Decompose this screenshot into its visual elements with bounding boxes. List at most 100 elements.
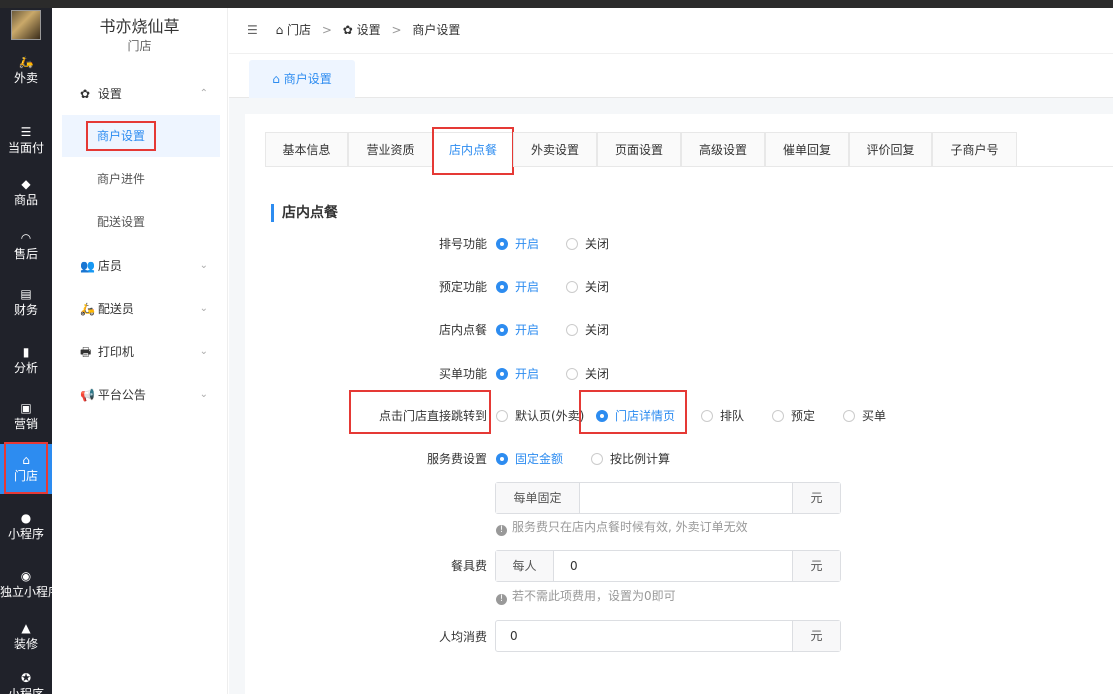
jump-default-radio[interactable]: 默认页(外卖)	[496, 406, 584, 426]
rail-item-plugins[interactable]: ✪ 小程序	[0, 662, 52, 694]
queue-off-radio[interactable]: 关闭	[566, 234, 609, 254]
rail-label: 装修	[13, 637, 38, 651]
rail-item-miniprogram[interactable]: ● 小程序	[0, 502, 52, 552]
rail-label: 当面付	[7, 141, 44, 155]
decorate-icon: ▲	[21, 621, 31, 635]
radio-label: 默认页(外卖)	[515, 409, 585, 423]
rider-icon: 🛵	[80, 302, 95, 316]
radio-label: 排队	[720, 409, 745, 423]
hint-text: 服务费只在店内点餐时候有效, 外卖订单无效	[512, 520, 748, 534]
tab-page-settings[interactable]: 页面设置	[597, 132, 681, 167]
wechat-icon: ●	[20, 511, 32, 525]
service-fee-ratio-radio[interactable]: 按比例计算	[591, 449, 670, 469]
radio-dot	[496, 324, 508, 336]
field-label: 预定功能	[438, 280, 487, 294]
jump-reserve-radio[interactable]: 预定	[772, 406, 815, 426]
rail-item-aftersale[interactable]: ◠ 售后	[0, 222, 52, 272]
radio-dot	[591, 453, 603, 465]
radio-dot	[496, 238, 508, 250]
radio-label: 关闭	[585, 237, 610, 251]
checkout-off-radio[interactable]: 关闭	[566, 364, 609, 384]
chevron-down-icon: ⌄	[199, 389, 208, 400]
radio-dot	[596, 410, 608, 422]
jump-checkout-radio[interactable]: 买单	[843, 406, 886, 426]
queue-on-radio[interactable]: 开启	[496, 234, 539, 254]
rail-item-takeout[interactable]: 🛵 外卖	[0, 46, 52, 96]
rail-item-finance[interactable]: ▤ 财务	[0, 278, 52, 328]
radio-dot	[496, 368, 508, 380]
avg-spend-input[interactable]: 0	[510, 621, 518, 651]
sidebar-group-staff[interactable]: 👥 店员 ⌄	[52, 246, 228, 286]
reserve-off-radio[interactable]: 关闭	[566, 277, 609, 297]
tab-dine-in[interactable]: 店内点餐	[432, 127, 514, 175]
announce-icon: 📢	[80, 388, 95, 402]
open-tag-merchant-settings[interactable]: ⌂ 商户设置	[249, 60, 355, 98]
tableware-input[interactable]: 0	[570, 551, 578, 581]
rail-item-decorate[interactable]: ▲ 装修	[0, 612, 52, 662]
sidebar-item-merchant-onboarding[interactable]: 商户进件	[62, 158, 220, 200]
sidebar-group-riders[interactable]: 🛵 配送员 ⌄	[52, 289, 228, 329]
tab-advanced-settings[interactable]: 高级设置	[681, 132, 765, 167]
field-label: 店内点餐	[438, 323, 487, 337]
sidebar-group-announcements[interactable]: 📢 平台公告 ⌄	[52, 375, 228, 415]
printer-icon: 🖶	[80, 345, 92, 359]
radio-label: 预定	[791, 409, 816, 423]
tab-reminder-reply[interactable]: 催单回复	[765, 132, 849, 167]
sub-label: 商户进件	[97, 172, 146, 186]
sidebar-group-settings[interactable]: ✿ 设置 ⌃	[52, 74, 228, 114]
gift-icon: ▣	[20, 401, 32, 415]
service-fee-fixed-radio[interactable]: 固定金额	[496, 449, 563, 469]
radio-dot	[772, 410, 784, 422]
jump-store-detail-radio[interactable]: 门店详情页	[596, 406, 675, 426]
rail-item-goods[interactable]: ◆ 商品	[0, 168, 52, 218]
jump-queue-radio[interactable]: 排队	[701, 406, 744, 426]
list-icon: ☰	[20, 125, 32, 139]
rail-label: 分析	[13, 361, 38, 375]
rail-label: 商品	[13, 193, 38, 207]
store-icon: ⌂	[272, 72, 280, 86]
bag-icon: ◆	[21, 177, 31, 191]
dine-in-on-radio[interactable]: 开启	[496, 320, 539, 340]
chevron-up-icon: ⌃	[199, 88, 208, 99]
tab-basic-info[interactable]: 基本信息	[265, 132, 348, 167]
rail-label: 独立小程序	[0, 585, 52, 599]
sidebar-item-delivery-settings[interactable]: 配送设置	[62, 201, 220, 243]
reserve-on-radio[interactable]: 开启	[496, 277, 539, 297]
collapse-menu-icon[interactable]: ☰	[247, 23, 258, 37]
breadcrumb-item-store[interactable]: 门店	[287, 23, 311, 37]
radio-label: 开启	[515, 280, 540, 294]
main-content: 基本信息 营业资质 店内点餐 外卖设置 页面设置 高级设置 催单回复 评价回复 …	[229, 98, 1113, 694]
rail-item-standalone-miniprogram[interactable]: ◉ 独立小程序	[0, 560, 52, 610]
rail-label: 门店	[13, 469, 38, 483]
checkout-on-radio[interactable]: 开启	[496, 364, 539, 384]
dine-in-off-radio[interactable]: 关闭	[566, 320, 609, 340]
tab-qualifications[interactable]: 营业资质	[348, 132, 433, 167]
tab-review-reply[interactable]: 评价回复	[849, 132, 932, 167]
field-label: 买单功能	[438, 367, 487, 381]
rail-item-pay[interactable]: ☰ 当面付	[0, 116, 52, 166]
rail-item-store[interactable]: ⌂ 门店	[0, 442, 52, 494]
breadcrumb: ☰ ⌂ 门店 > ✿ 设置 > 商户设置	[247, 21, 460, 38]
group-label: 配送员	[97, 302, 134, 316]
tab-sub-merchant[interactable]: 子商户号	[932, 132, 1017, 167]
tab-takeout-settings[interactable]: 外卖设置	[513, 132, 597, 167]
rail-label: 小程序	[7, 687, 44, 694]
rail-item-marketing[interactable]: ▣ 营销	[0, 392, 52, 442]
row-reserve: 预定功能 开启 关闭	[245, 277, 1113, 297]
breadcrumb-item-settings[interactable]: 设置	[357, 23, 381, 37]
settings-card: 基本信息 营业资质 店内点餐 外卖设置 页面设置 高级设置 催单回复 评价回复 …	[245, 114, 1113, 694]
row-queue: 排号功能 开启 关闭	[245, 234, 1113, 254]
rail-item-analysis[interactable]: ▮ 分析	[0, 336, 52, 386]
info-icon: !	[496, 594, 507, 605]
sidebar-group-printer[interactable]: 🖶 打印机 ⌄	[52, 332, 228, 372]
sidebar-item-merchant-settings[interactable]: 商户设置	[62, 115, 220, 157]
chevron-down-icon: ⌄	[199, 346, 208, 357]
radio-label: 开启	[515, 323, 540, 337]
group-label: 打印机	[97, 345, 134, 359]
store-logo[interactable]	[11, 10, 41, 40]
row-dine-in: 店内点餐 开启 关闭	[245, 320, 1113, 340]
service-fee-input-group: 每单固定 元	[495, 482, 841, 514]
radio-dot	[566, 324, 578, 336]
rail-label: 营销	[13, 417, 38, 431]
row-service-fee: 服务费设置 固定金额 按比例计算	[245, 449, 1113, 469]
